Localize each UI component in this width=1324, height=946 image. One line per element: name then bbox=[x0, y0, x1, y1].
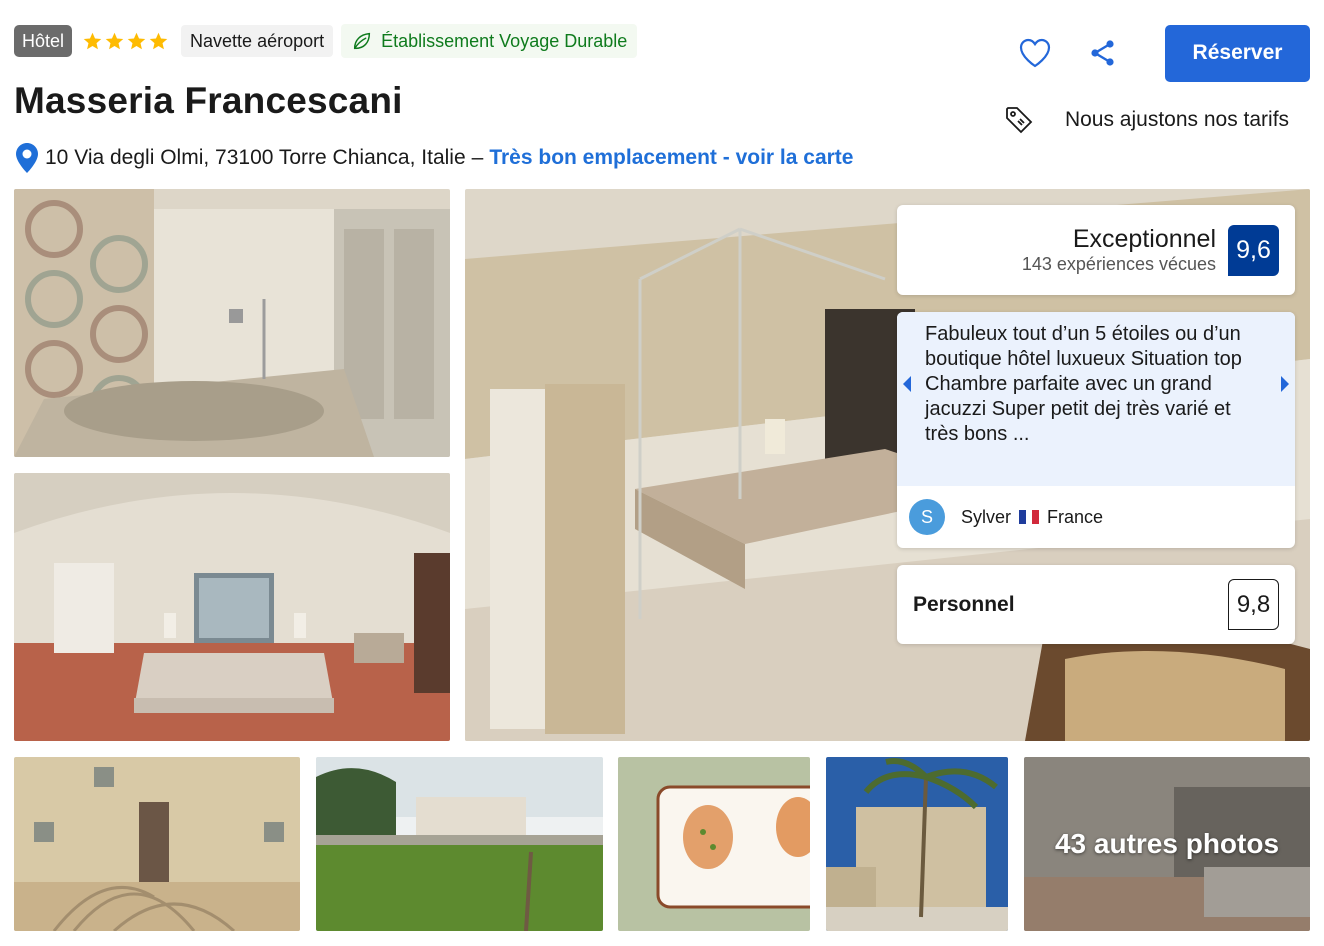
review-quote[interactable]: Fabuleux tout d’un 5 étoiles ou d’un bou… bbox=[897, 312, 1295, 486]
photo-pastries[interactable] bbox=[618, 757, 810, 931]
top-actions: Réserver bbox=[1013, 24, 1310, 82]
tower-image bbox=[826, 757, 1008, 931]
pastries-image bbox=[618, 757, 810, 931]
bedroom-image bbox=[14, 473, 450, 741]
see-map-link[interactable]: Très bon emplacement - voir la carte bbox=[489, 146, 853, 170]
property-address: 10 Via degli Olmi, 73100 Torre Chianca, … bbox=[14, 142, 853, 174]
photo-more[interactable]: 43 autres photos bbox=[1024, 757, 1310, 931]
property-badges: Hôtel Navette aéroport Établissement Voy… bbox=[14, 24, 638, 58]
photo-tower[interactable] bbox=[826, 757, 1008, 931]
star-rating bbox=[82, 31, 169, 52]
review-score-card[interactable]: Exceptionnel 143 expériences vécues 9,6 bbox=[897, 205, 1295, 295]
staff-score-badge: 9,8 bbox=[1228, 579, 1279, 630]
price-match-text: Nous ajustons nos tarifs bbox=[1064, 108, 1290, 131]
address-text: 10 Via degli Olmi, 73100 Torre Chianca, … bbox=[45, 146, 466, 169]
review-score-words: Exceptionnel 143 expériences vécues bbox=[1022, 225, 1216, 275]
staff-score-card[interactable]: Personnel 9,8 bbox=[897, 565, 1295, 644]
chevron-right-icon[interactable] bbox=[1277, 374, 1293, 394]
review-count: 143 expériences vécues bbox=[1021, 254, 1216, 274]
avatar: S bbox=[909, 499, 945, 535]
property-title: Masseria Francescani bbox=[14, 80, 403, 121]
staff-score-label: Personnel bbox=[913, 592, 1015, 616]
france-flag-icon bbox=[1019, 510, 1040, 524]
airport-shuttle-badge: Navette aéroport bbox=[181, 25, 334, 57]
star-icon bbox=[83, 32, 102, 49]
star-icon bbox=[105, 32, 124, 49]
chevron-left-icon[interactable] bbox=[899, 374, 915, 394]
map-pin-icon bbox=[16, 143, 38, 173]
featured-review-card: Fabuleux tout d’un 5 étoiles ou d’un bou… bbox=[897, 312, 1295, 548]
star-icon bbox=[127, 32, 146, 49]
heart-icon bbox=[1019, 38, 1051, 68]
star-icon bbox=[149, 32, 168, 49]
photo-bedroom[interactable] bbox=[14, 473, 450, 741]
reviewer: S Sylver France bbox=[909, 499, 1103, 535]
book-button[interactable]: Réserver bbox=[1165, 24, 1310, 82]
bathroom-image bbox=[14, 189, 450, 457]
tag-icon bbox=[1006, 107, 1033, 134]
photo-facade[interactable] bbox=[14, 757, 300, 931]
garden-image bbox=[316, 757, 603, 931]
facade-image bbox=[14, 757, 300, 931]
more-photos-label[interactable]: 43 autres photos bbox=[1024, 757, 1310, 931]
reviewer-country: France bbox=[1047, 506, 1104, 527]
share-button[interactable] bbox=[1081, 24, 1125, 82]
review-score-label: Exceptionnel bbox=[1072, 225, 1216, 253]
photo-bathroom[interactable] bbox=[14, 189, 450, 457]
share-icon bbox=[1091, 40, 1114, 66]
property-type-badge: Hôtel bbox=[14, 25, 73, 57]
sustainability-badge[interactable]: Établissement Voyage Durable bbox=[341, 24, 638, 58]
sustainability-label: Établissement Voyage Durable bbox=[381, 31, 628, 51]
favorite-button[interactable] bbox=[1013, 24, 1057, 82]
address-separator: – bbox=[471, 146, 484, 169]
reviewer-name: Sylver bbox=[961, 506, 1012, 527]
leaf-icon bbox=[354, 32, 371, 50]
photo-garden[interactable] bbox=[316, 757, 603, 931]
price-match[interactable]: Nous ajustons nos tarifs bbox=[1004, 104, 1310, 136]
review-score-badge: 9,6 bbox=[1228, 224, 1279, 276]
